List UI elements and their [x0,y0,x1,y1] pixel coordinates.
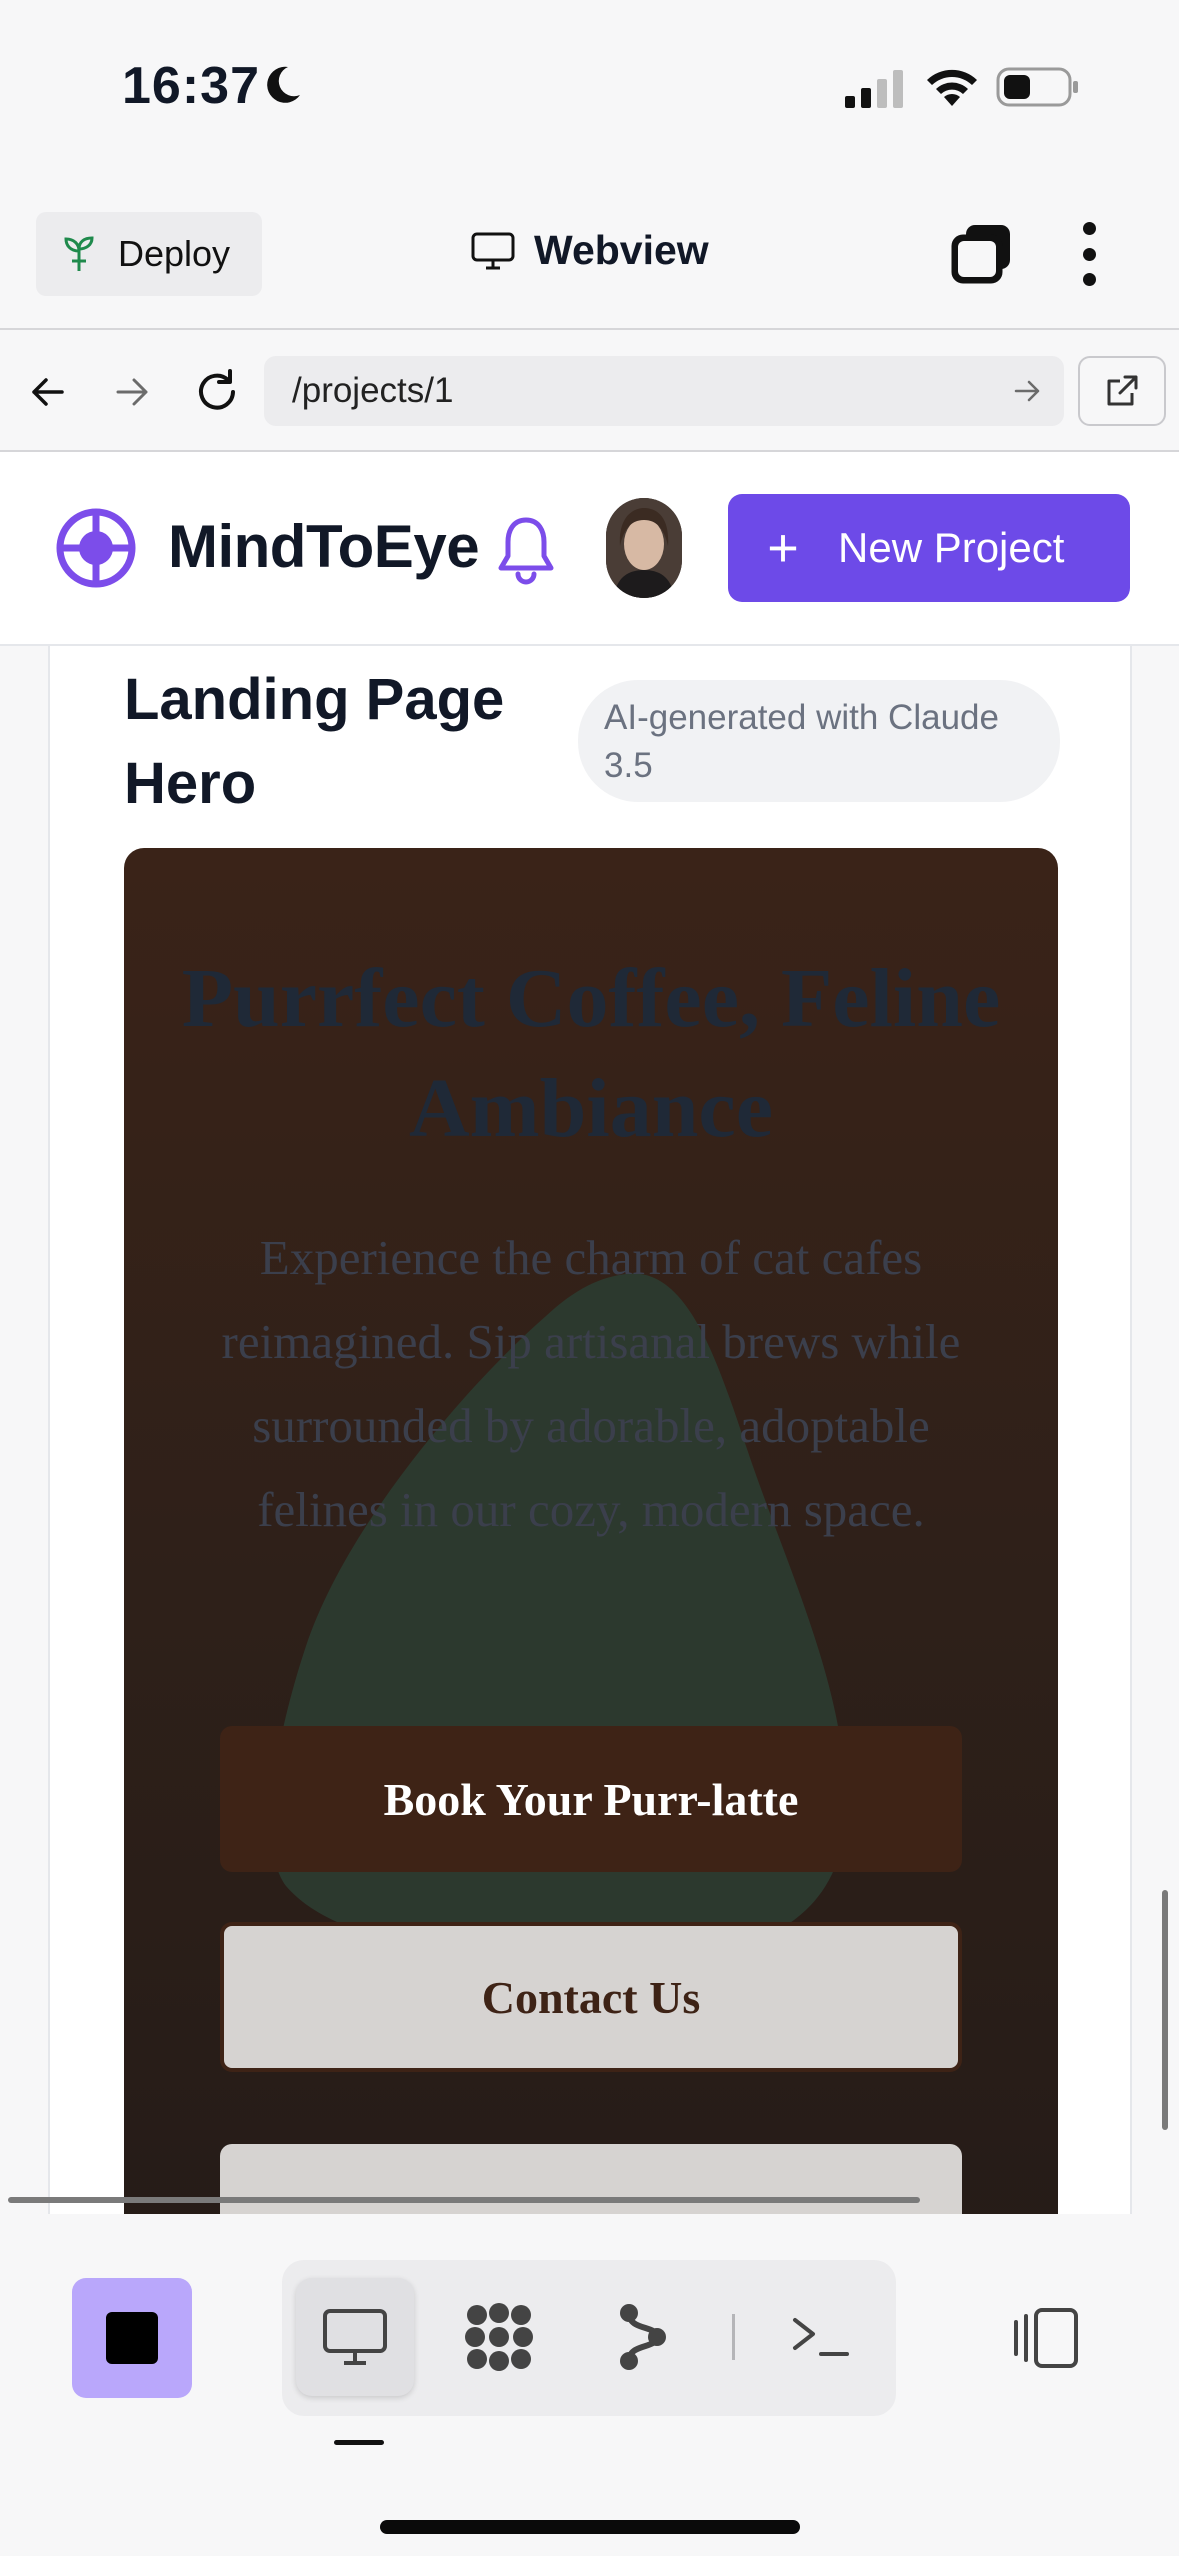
grid-tab[interactable] [440,2278,558,2396]
url-bar: /projects/1 [0,332,1179,452]
project-title: Landing Page Hero [124,667,505,816]
home-indicator [380,2520,800,2534]
battery-icon [996,67,1078,107]
new-project-button[interactable]: + New Project [728,494,1130,602]
moon-icon [267,66,300,103]
webview-title-text: Webview [534,227,709,273]
ai-generated-badge: AI-generated with Claude 3.5 [578,680,1060,802]
grid-dots-icon [465,2303,533,2371]
more-vertical-icon[interactable] [1080,222,1098,286]
go-arrow-icon[interactable] [1012,376,1042,406]
sprout-icon [64,236,94,271]
reload-icon[interactable] [192,367,242,417]
view-switcher [282,2260,896,2416]
webview-title: Webview [470,227,709,274]
book-button[interactable]: Book Your Purr-latte [220,1726,962,1872]
new-project-label: New Project [838,524,1065,571]
wifi-icon [927,69,977,106]
segment-divider [732,2314,735,2360]
bell-icon[interactable] [494,514,558,586]
crosshair-logo-icon[interactable] [54,506,138,590]
terminal-tab[interactable] [762,2278,880,2396]
branch-icon [620,2304,666,2370]
stop-button[interactable] [72,2278,192,2398]
url-text: /projects/1 [292,371,454,410]
avatar-portrait [606,498,682,598]
open-external-button[interactable] [1078,356,1166,426]
arrow-left-icon[interactable] [28,372,68,412]
horizontal-scrollbar[interactable] [8,2197,920,2203]
plus-icon: + [767,518,799,578]
webview-toolbar: Deploy Webview [0,175,1179,330]
cellular-signal-icon [845,70,903,108]
vertical-scrollbar[interactable] [1162,1890,1168,2130]
project-card: Landing Page Hero AI-generated with Clau… [48,646,1132,2214]
status-bar: 16:37 [0,0,1179,175]
contact-button[interactable]: Contact Us [220,1922,962,2072]
hero-heading: Purrfect Coffee, Feline Ambiance [181,952,1001,1155]
arrow-right-icon[interactable] [112,372,152,412]
brand-name[interactable]: MindToEye [168,512,480,581]
external-link-icon [1107,375,1138,406]
active-tab-indicator [334,2440,384,2445]
tabs-icon[interactable] [950,223,1014,285]
panel-toggle-icon[interactable] [1006,2306,1082,2370]
status-time: 16:37 [122,57,260,115]
app-header: MindToEye + New Project [0,452,1179,646]
deploy-button[interactable]: Deploy [36,212,262,296]
stop-icon [106,2312,158,2364]
monitor-icon [323,2309,387,2365]
branch-tab[interactable] [584,2278,702,2396]
partial-button[interactable] [220,2144,962,2214]
terminal-icon [793,2318,849,2356]
preview-frame[interactable]: Purrfect Coffee, Feline Ambiance Experie… [124,848,1058,2214]
webview-tab[interactable] [296,2278,414,2396]
url-input[interactable]: /projects/1 [264,356,1064,426]
deploy-label: Deploy [118,233,231,274]
monitor-icon [471,232,515,269]
hero-paragraph: Experience the charm of cat cafes reimag… [221,1230,961,1537]
bottom-toolbar [0,2214,1179,2556]
main-content: Landing Page Hero AI-generated with Clau… [0,646,1179,2214]
avatar[interactable] [606,498,682,598]
